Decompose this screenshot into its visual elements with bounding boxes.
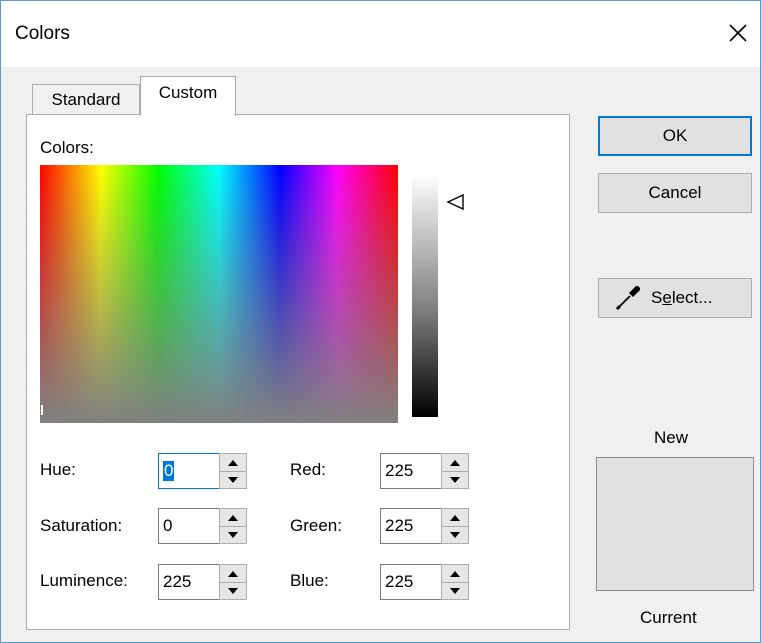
- window-title: Colors: [15, 23, 70, 44]
- saturation-label: Saturation:: [40, 516, 123, 535]
- spin-up-icon: [450, 459, 460, 466]
- spin-down-icon: [228, 587, 238, 594]
- spin-down-icon: [450, 476, 460, 483]
- new-label: New: [654, 428, 689, 447]
- hue-spin-up[interactable]: [220, 454, 246, 472]
- saturation-field[interactable]: 0: [163, 516, 172, 536]
- title-bar: Colors: [1, 1, 760, 67]
- luminence-label: Luminence:: [40, 571, 128, 590]
- hue-spin-down[interactable]: [220, 471, 246, 488]
- red-stepper[interactable]: 225: [380, 453, 469, 489]
- saturation-spin-down[interactable]: [220, 526, 246, 543]
- green-field[interactable]: 225: [385, 516, 413, 536]
- green-spin-up[interactable]: [442, 509, 468, 527]
- red-spin-down[interactable]: [442, 471, 468, 488]
- red-field[interactable]: 225: [385, 461, 413, 481]
- luminence-spin-up[interactable]: [220, 565, 246, 583]
- luminance-slider[interactable]: [412, 175, 438, 417]
- hue-label: Hue:: [40, 460, 76, 479]
- tab-custom[interactable]: Custom: [140, 76, 236, 116]
- hue-stepper[interactable]: 0: [158, 453, 247, 489]
- blue-label: Blue:: [290, 571, 329, 590]
- color-spectrum[interactable]: [40, 165, 398, 423]
- green-label: Green:: [290, 516, 342, 535]
- blue-spin-down[interactable]: [442, 582, 468, 599]
- eyedropper-icon: [615, 286, 640, 311]
- blue-spin-up[interactable]: [442, 565, 468, 583]
- colors-label: Colors:: [40, 138, 94, 157]
- saturation-spin-up[interactable]: [220, 509, 246, 527]
- spin-up-icon: [228, 570, 238, 577]
- saturation-stepper[interactable]: 0: [158, 508, 247, 544]
- spin-down-icon: [228, 476, 238, 483]
- spin-down-icon: [450, 531, 460, 538]
- spin-up-icon: [450, 570, 460, 577]
- blue-stepper[interactable]: 225: [380, 564, 469, 600]
- spin-up-icon: [450, 514, 460, 521]
- spin-down-icon: [450, 587, 460, 594]
- green-spin-down[interactable]: [442, 526, 468, 543]
- ok-button[interactable]: OK: [598, 116, 752, 156]
- luminence-stepper[interactable]: 225: [158, 564, 247, 600]
- select-button[interactable]: Select...: [598, 278, 752, 318]
- blue-field[interactable]: 225: [385, 572, 413, 592]
- spectrum-cursor: [41, 405, 43, 415]
- hue-field[interactable]: 0: [163, 461, 175, 481]
- spin-up-icon: [228, 514, 238, 521]
- color-preview-swatch: [596, 457, 754, 591]
- cancel-button[interactable]: Cancel: [598, 173, 752, 213]
- tab-standard[interactable]: Standard: [32, 84, 140, 114]
- luminance-pointer-icon[interactable]: [446, 193, 466, 211]
- green-stepper[interactable]: 225: [380, 508, 469, 544]
- luminence-spin-down[interactable]: [220, 582, 246, 599]
- current-label: Current: [640, 608, 697, 627]
- spin-up-icon: [228, 459, 238, 466]
- red-spin-up[interactable]: [442, 454, 468, 472]
- close-button[interactable]: [716, 11, 760, 55]
- spin-down-icon: [228, 531, 238, 538]
- red-label: Red:: [290, 460, 326, 479]
- luminence-field[interactable]: 225: [163, 572, 191, 592]
- select-label: Select...: [651, 288, 713, 307]
- close-icon: [729, 24, 747, 42]
